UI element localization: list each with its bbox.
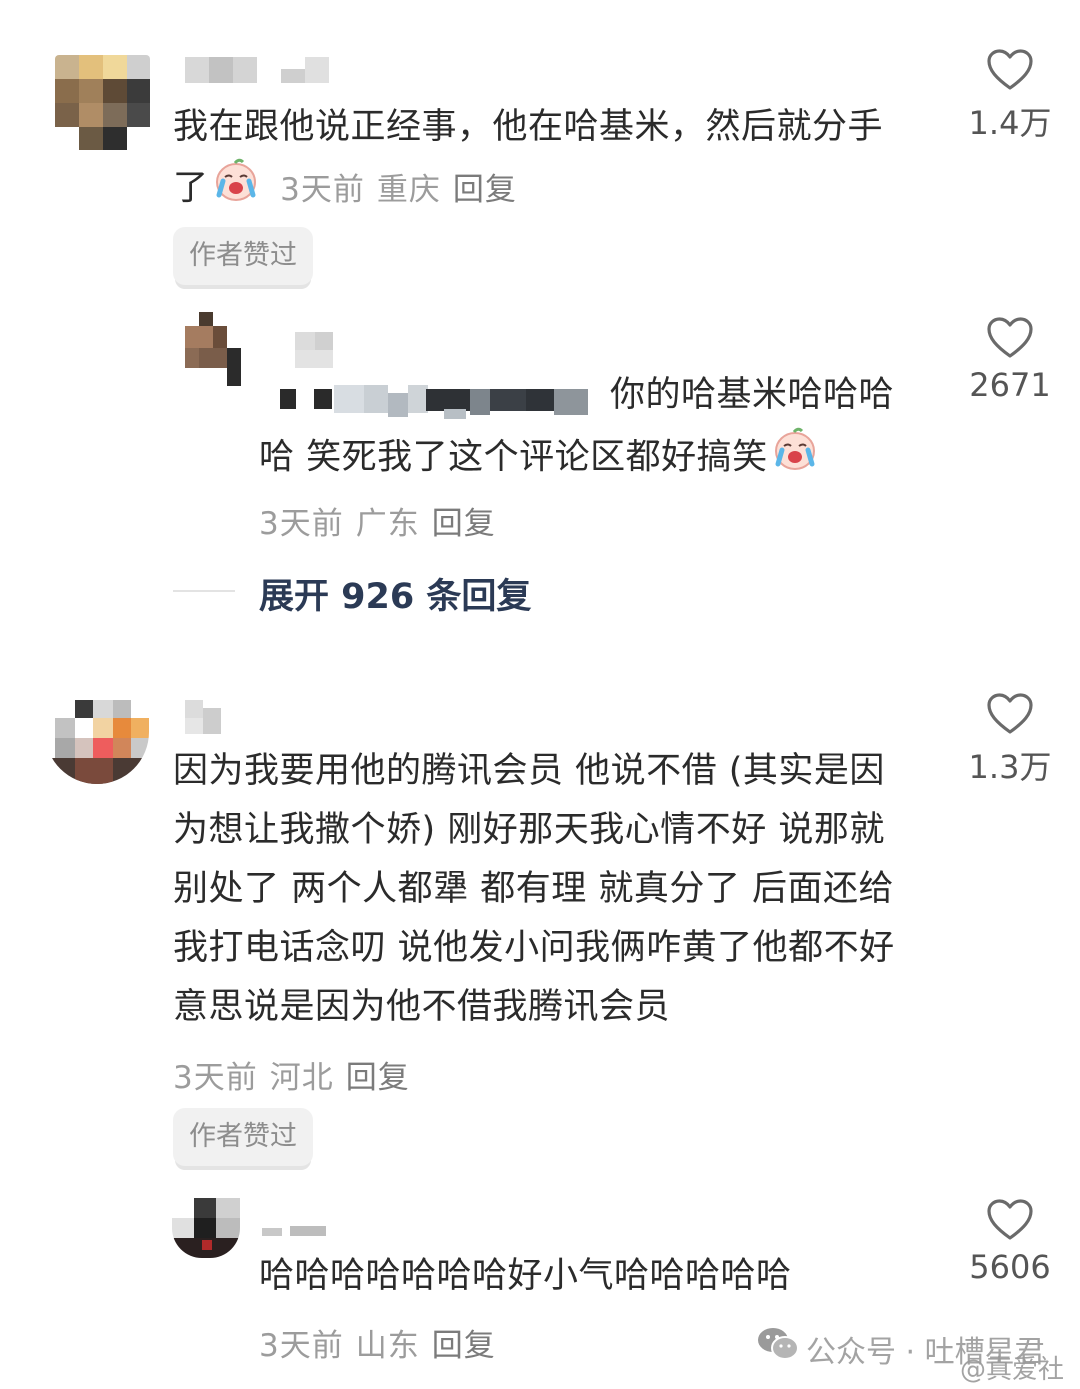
author-liked-badge: 作者赞过 <box>173 1108 313 1166</box>
comment-text: 了 3天前 重庆 回复 <box>173 157 517 222</box>
reply-meta: 3天前 山东 回复 <box>259 1320 496 1365</box>
reply-button[interactable]: 回复 <box>432 1328 496 1364</box>
comment-text: 意思说是因为他不借我腾讯会员 <box>173 987 671 1027</box>
comment-location: 广东 <box>355 506 420 542</box>
comment-text: 我在跟他说正经事，他在哈基米，然后就分手 <box>173 107 884 147</box>
reply-text: 你的哈基米哈哈哈 <box>610 375 895 415</box>
like-button[interactable]: 5606 <box>950 1198 1070 1286</box>
weibo-watermark: @真爱社 <box>960 1355 1065 1385</box>
avatar[interactable] <box>55 55 150 150</box>
comment-location: 河北 <box>269 1060 334 1096</box>
redacted-mention <box>262 385 600 419</box>
like-button[interactable]: 1.3万 <box>950 692 1070 788</box>
reply-text: 哈 笑死我了这个评论区都好搞笑 <box>259 426 818 491</box>
crying-laughing-emoji-icon <box>772 426 818 491</box>
wechat-logo-icon <box>757 1326 799 1362</box>
username-redacted[interactable] <box>295 332 335 372</box>
avatar[interactable] <box>45 700 149 784</box>
avatar[interactable] <box>172 1198 240 1258</box>
username-redacted[interactable] <box>262 1222 332 1236</box>
comment-time: 3天前 <box>173 1060 258 1096</box>
reply-text-line2: 哈 笑死我了这个评论区都好搞笑 <box>259 437 768 478</box>
crying-laughing-emoji-icon <box>213 157 259 222</box>
like-button[interactable]: 2671 <box>950 316 1070 404</box>
like-count: 5606 <box>969 1248 1051 1286</box>
like-count: 1.4万 <box>968 104 1052 142</box>
comment-location: 山东 <box>355 1328 420 1364</box>
expand-replies-button[interactable]: 展开 926 条回复 <box>259 568 531 619</box>
reply-button[interactable]: 回复 <box>453 172 517 208</box>
comment-meta: 3天前 河北 回复 <box>173 1052 410 1097</box>
heart-outline-icon[interactable] <box>986 48 1034 92</box>
like-button[interactable]: 1.4万 <box>950 48 1070 144</box>
comment-text-line2: 了 <box>173 168 209 209</box>
comment-text: 我打电话念叨 说他发小问我俩咋黄了他都不好 <box>173 928 895 968</box>
reply-meta: 3天前 广东 回复 <box>259 498 496 543</box>
heart-outline-icon[interactable] <box>986 1198 1034 1242</box>
comment-location: 重庆 <box>376 171 441 208</box>
reply-button[interactable]: 回复 <box>432 506 496 542</box>
comment-time: 3天前 <box>259 1328 344 1364</box>
reply-text: 哈哈哈哈哈哈哈好小气哈哈哈哈哈 <box>259 1256 792 1296</box>
like-count: 2671 <box>969 366 1051 404</box>
comment-text: 为想让我撒个娇) 刚好那天我心情不好 说那就 <box>173 810 885 850</box>
author-liked-badge: 作者赞过 <box>173 227 313 285</box>
heart-outline-icon[interactable] <box>986 692 1034 736</box>
heart-outline-icon[interactable] <box>986 316 1034 360</box>
comment-time: 3天前 <box>259 506 344 542</box>
username-redacted[interactable] <box>185 700 225 736</box>
comment-time: 3天前 <box>280 171 365 208</box>
expand-divider <box>173 590 235 592</box>
comment-text: 因为我要用他的腾讯会员 他说不借 (其实是因 <box>173 751 885 791</box>
username-redacted[interactable] <box>185 55 335 85</box>
reply-button[interactable]: 回复 <box>346 1060 410 1096</box>
like-count: 1.3万 <box>968 748 1052 786</box>
avatar[interactable] <box>185 312 241 386</box>
comment-text: 别处了 两个人都犟 都有理 就真分了 后面还给 <box>173 869 895 909</box>
